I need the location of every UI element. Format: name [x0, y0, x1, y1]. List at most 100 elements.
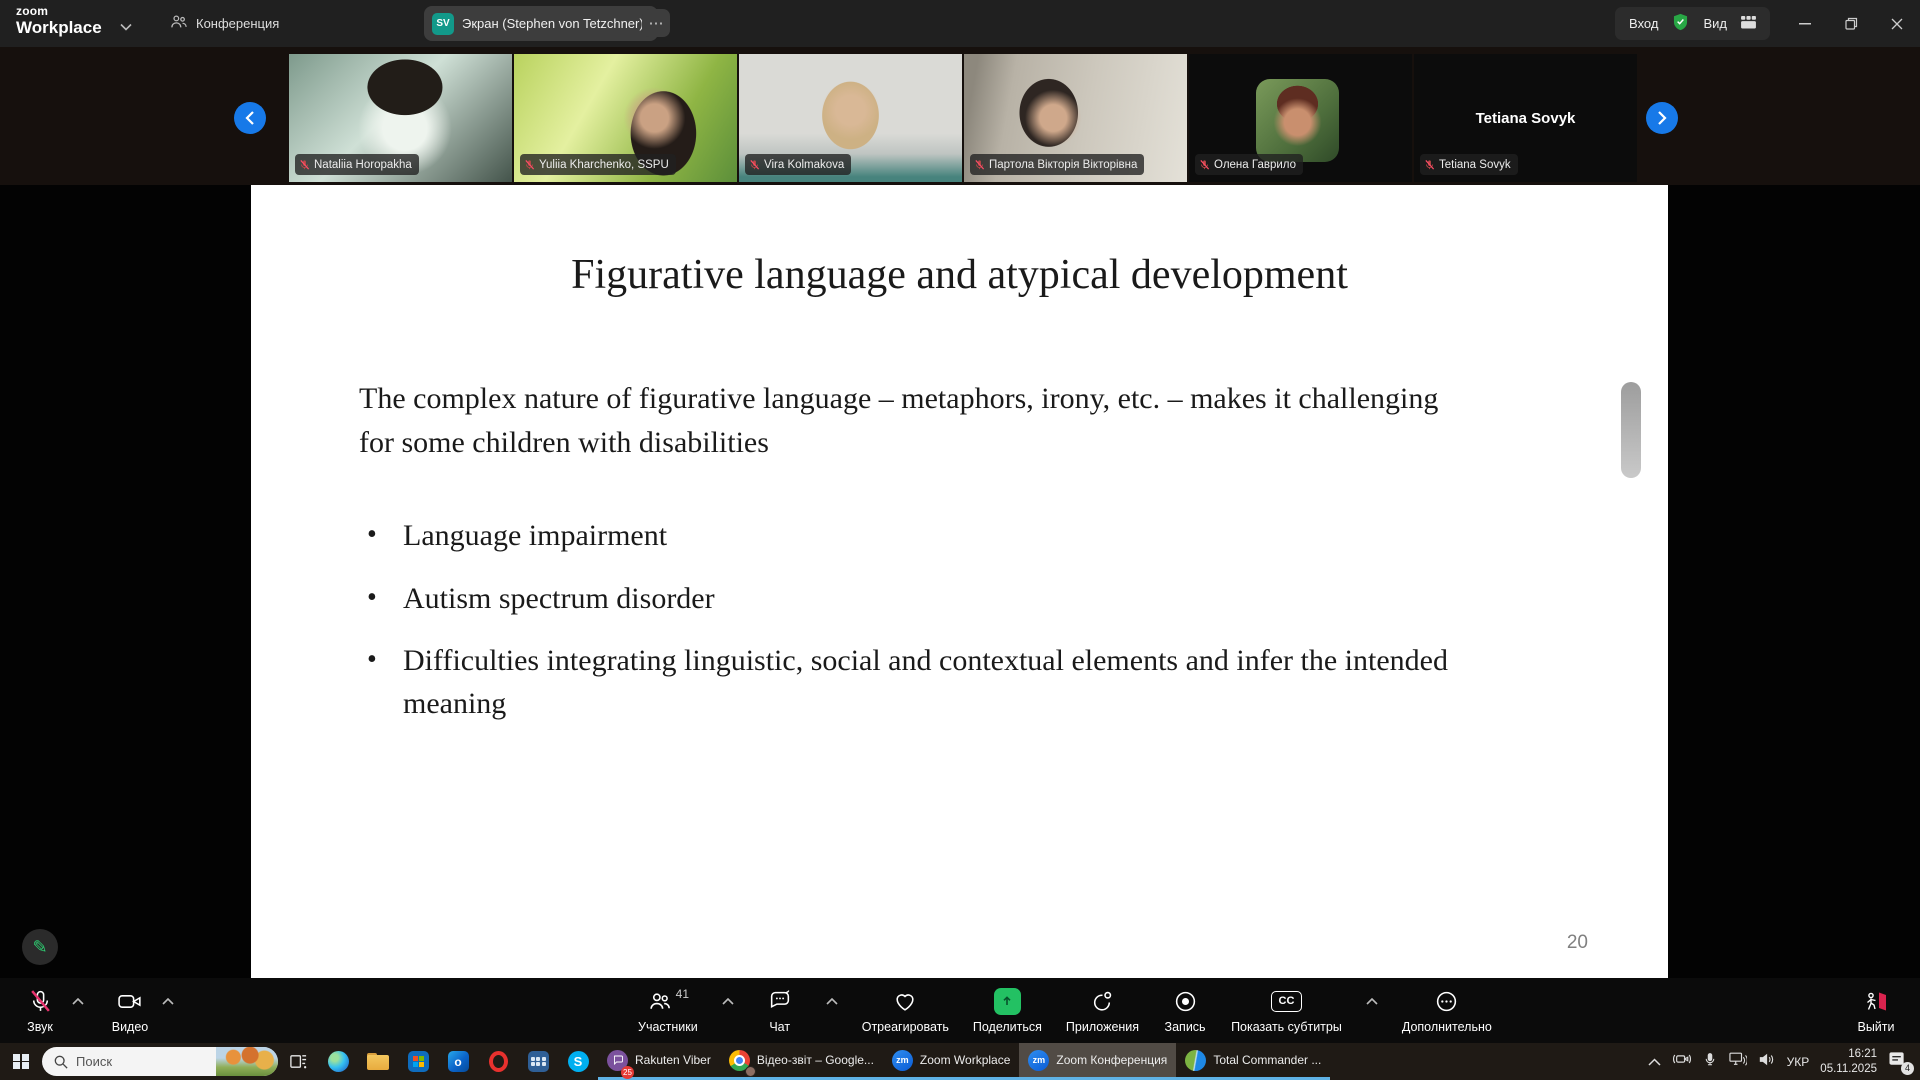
captions-label: Показать субтитры	[1231, 1020, 1342, 1034]
participant-name-tile[interactable]: Tetiana Sovyk Tetiana Sovyk	[1414, 54, 1637, 182]
apps-button[interactable]: Приложения	[1066, 988, 1139, 1034]
close-button[interactable]	[1874, 0, 1920, 47]
participant-video-tile[interactable]: Nataliia Horopakha	[289, 54, 512, 182]
apps-label: Приложения	[1066, 1020, 1139, 1034]
slide-bullet: Language impairment	[367, 515, 1547, 558]
annotate-pencil-button[interactable]: ✎	[22, 929, 58, 965]
participant-name: Tetiana Sovyk	[1439, 159, 1511, 171]
participants-count: 41	[676, 987, 689, 1001]
participants-options-chevron[interactable]	[722, 992, 734, 1010]
filmstrip-next-button[interactable]	[1646, 102, 1678, 134]
zoom-workplace-window: zoom Workplace Конференция SV Экран (Ste…	[0, 0, 1920, 1080]
edge-browser-icon[interactable]	[318, 1043, 358, 1080]
speaker-icon[interactable]	[1758, 1052, 1776, 1072]
slide-page-number: 20	[1567, 932, 1588, 954]
participant-name-chip: Nataliia Horopakha	[295, 154, 419, 175]
microsoft-store-icon[interactable]	[398, 1043, 438, 1080]
react-button[interactable]: Отреагировать	[862, 988, 949, 1034]
titlebar-actions: Вход Вид	[1615, 7, 1770, 40]
camera-in-use-icon[interactable]	[1672, 1051, 1692, 1072]
leave-door-icon	[1863, 988, 1889, 1015]
participant-video-tile[interactable]: Партола Вікторія Вікторівна	[964, 54, 1187, 182]
participant-avatar-tile[interactable]: Олена Гаврило	[1189, 54, 1412, 182]
taskbar-window-label: Відео-звіт – Google...	[757, 1053, 874, 1067]
opera-icon[interactable]	[478, 1043, 518, 1080]
clock-time: 16:21	[1820, 1047, 1877, 1061]
calculator-icon[interactable]	[518, 1043, 558, 1080]
audio-label: Звук	[27, 1020, 53, 1034]
more-ellipsis-icon	[1434, 988, 1459, 1015]
chrome-profile-badge	[745, 1066, 756, 1077]
taskbar-search[interactable]: Поиск	[42, 1047, 278, 1076]
captions-button[interactable]: CC Показать субтитры	[1231, 988, 1342, 1034]
chat-options-chevron[interactable]	[826, 992, 838, 1010]
sign-in-button[interactable]: Вход	[1629, 16, 1658, 31]
chat-button[interactable]: Чат	[758, 988, 802, 1034]
viber-icon: 25	[607, 1050, 628, 1071]
weather-widget-image	[216, 1047, 278, 1076]
tab-more-button[interactable]: ⋯	[642, 9, 670, 37]
taskbar-window-viber[interactable]: 25 Rakuten Viber	[598, 1043, 720, 1080]
zoom-app-icon: zm	[892, 1050, 913, 1071]
language-indicator[interactable]: УКР	[1787, 1055, 1810, 1069]
taskbar-window-label: Zoom Конференция	[1056, 1053, 1167, 1067]
taskbar-window-label: Zoom Workplace	[920, 1053, 1010, 1067]
shield-check-icon[interactable]	[1672, 13, 1689, 34]
more-button[interactable]: Дополнительно	[1402, 988, 1492, 1034]
chat-label: Чат	[769, 1020, 790, 1034]
leave-label: Выйти	[1857, 1020, 1894, 1034]
taskbar-window-chrome[interactable]: Відео-звіт – Google...	[720, 1043, 883, 1080]
video-label: Видео	[112, 1020, 149, 1034]
chevron-down-icon[interactable]	[120, 18, 132, 36]
share-button[interactable]: Поделиться	[973, 988, 1042, 1034]
participants-icon: 41	[647, 988, 689, 1015]
participant-name-chip: Партола Вікторія Вікторівна	[970, 154, 1144, 175]
participants-button[interactable]: 41 Участники	[638, 988, 698, 1034]
minimize-button[interactable]	[1782, 0, 1828, 47]
tab-meeting-label: Конференция	[196, 16, 279, 31]
captions-options-chevron[interactable]	[1366, 992, 1378, 1010]
file-explorer-icon[interactable]	[358, 1043, 398, 1080]
video-options-chevron[interactable]	[162, 992, 174, 1010]
zoom-workplace-logo: zoom Workplace	[16, 5, 102, 36]
network-icon[interactable]	[1728, 1051, 1747, 1072]
tab-meeting[interactable]: Конференция	[170, 0, 279, 47]
audio-button[interactable]: Звук	[18, 988, 62, 1034]
task-view-button[interactable]	[278, 1043, 318, 1080]
video-button[interactable]: Видео	[108, 988, 152, 1034]
participant-name: Олена Гаврило	[1214, 159, 1296, 171]
camera-icon	[117, 988, 144, 1015]
taskbar-window-zoom-meeting[interactable]: zm Zoom Конференция	[1019, 1043, 1176, 1080]
participant-name-chip: Yuliia Kharchenko, SSPU	[520, 154, 676, 175]
react-label: Отреагировать	[862, 1020, 949, 1034]
leave-button[interactable]: Выйти	[1854, 988, 1898, 1034]
participant-video-tile[interactable]: Vira Kolmakova	[739, 54, 962, 182]
record-button[interactable]: Запись	[1163, 988, 1207, 1034]
audio-options-chevron[interactable]	[72, 992, 84, 1010]
search-icon	[54, 1055, 68, 1069]
view-button[interactable]: Вид	[1703, 16, 1727, 31]
muted-mic-icon	[749, 159, 760, 171]
taskbar-clock[interactable]: 16:21 05.11.2025	[1820, 1047, 1877, 1076]
slide-bullet: Autism spectrum disorder	[367, 578, 1547, 621]
start-button[interactable]	[0, 1043, 42, 1080]
participant-name-chip: Олена Гаврило	[1195, 154, 1303, 175]
tab-screen-share[interactable]: SV Экран (Stephen von Tetzchner)	[424, 6, 658, 41]
tray-expand-chevron[interactable]	[1648, 1053, 1661, 1071]
filmstrip-prev-button[interactable]	[234, 102, 266, 134]
skype-icon[interactable]: S	[558, 1043, 598, 1080]
outlook-icon[interactable]: o	[438, 1043, 478, 1080]
view-grid-icon[interactable]	[1741, 16, 1756, 32]
restore-button[interactable]	[1828, 0, 1874, 47]
participant-name: Vira Kolmakova	[764, 159, 844, 171]
taskbar-window-label: Rakuten Viber	[635, 1053, 711, 1067]
speaker-initials-badge: SV	[432, 13, 454, 35]
taskbar-window-zoom-workplace[interactable]: zm Zoom Workplace	[883, 1043, 1019, 1080]
taskbar-window-total-commander[interactable]: Total Commander ...	[1176, 1043, 1330, 1080]
microphone-in-use-icon[interactable]	[1703, 1051, 1717, 1073]
participant-video-tile[interactable]: Yuliia Kharchenko, SSPU	[514, 54, 737, 182]
notification-center-button[interactable]: 4	[1888, 1051, 1910, 1073]
more-label: Дополнительно	[1402, 1020, 1492, 1034]
video-filmstrip: Nataliia Horopakha Yuliia Kharchenko, SS…	[0, 47, 1920, 185]
people-icon	[170, 14, 188, 33]
